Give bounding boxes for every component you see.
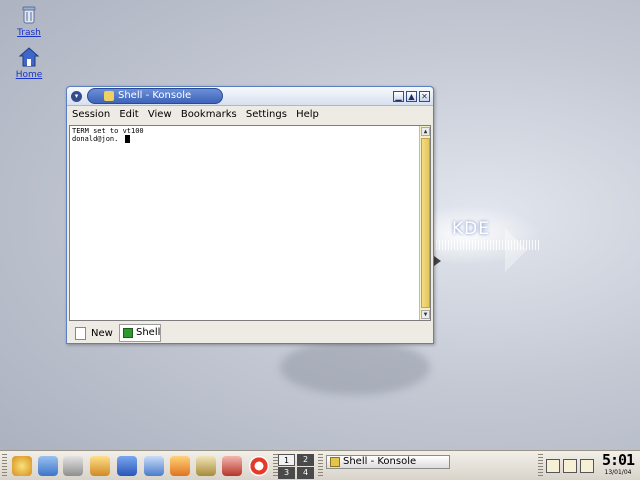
- konsole-app-icon: [104, 91, 114, 101]
- menubar: Session Edit View Bookmarks Settings Hel…: [69, 107, 431, 123]
- menu-session[interactable]: Session: [69, 107, 113, 122]
- desktop-icon-home[interactable]: Home: [4, 46, 54, 80]
- taskbar: 1 2 3 4 Shell - Konsole 5:01 13/01/04: [0, 450, 640, 480]
- trash-icon: [18, 4, 40, 26]
- pager-desktop-3[interactable]: 3: [278, 467, 295, 479]
- wallpaper-gear-shadow: [280, 340, 430, 395]
- desktop-icon-label: Trash: [17, 28, 41, 38]
- new-session-button[interactable]: New: [71, 325, 115, 342]
- new-document-icon: [75, 327, 86, 340]
- clock[interactable]: 5:01 13/01/04: [597, 452, 639, 480]
- terminal-prompt: donald@jon.: [72, 135, 123, 143]
- terminal-area[interactable]: TERM set to vt100 donald@jon. ▲ ▼: [69, 125, 431, 321]
- terminal-icon: [123, 328, 133, 338]
- show-desktop-icon[interactable]: [38, 456, 58, 476]
- clock-date: 13/01/04: [604, 469, 632, 476]
- taskbar-handle[interactable]: [318, 454, 323, 478]
- new-session-label: New: [91, 328, 113, 339]
- konsole-window: ▾ Shell - Konsole ▁ ▲ ✕ Session Edit Vie…: [66, 86, 434, 344]
- terminal-prompt-line: donald@jon.: [72, 135, 428, 143]
- control-center-icon[interactable]: [63, 456, 83, 476]
- menu-edit[interactable]: Edit: [116, 107, 141, 122]
- wallpaper-arrow-shape: [505, 228, 527, 272]
- tab-shell[interactable]: Shell: [119, 324, 161, 342]
- kde-menu-icon[interactable]: [12, 456, 32, 476]
- window-menu-button[interactable]: ▾: [71, 91, 82, 102]
- scrollbar-thumb[interactable]: [421, 138, 430, 308]
- pager-desktop-2[interactable]: 2: [297, 454, 314, 466]
- kspread-icon[interactable]: [222, 456, 242, 476]
- kword-icon[interactable]: [196, 456, 216, 476]
- desktop-icon-label: Home: [15, 70, 43, 80]
- desktop-icon-trash[interactable]: Trash: [4, 4, 54, 38]
- window-titlebar[interactable]: ▾ Shell - Konsole ▁ ▲ ✕: [67, 87, 433, 106]
- wallpaper-small-arrow: [434, 256, 441, 266]
- menu-bookmarks[interactable]: Bookmarks: [178, 107, 240, 122]
- menu-view[interactable]: View: [145, 107, 175, 122]
- menu-settings[interactable]: Settings: [243, 107, 290, 122]
- home-folder-icon[interactable]: [117, 456, 137, 476]
- clock-time: 5:01: [601, 451, 635, 469]
- maximize-button[interactable]: ▲: [406, 91, 417, 102]
- klipper-tray-icon[interactable]: [546, 459, 560, 473]
- wallpaper-kde-logo-text: KDE: [452, 219, 490, 239]
- window-title-pill[interactable]: Shell - Konsole: [87, 88, 223, 104]
- menu-help[interactable]: Help: [293, 107, 322, 122]
- konqueror-icon[interactable]: [144, 456, 164, 476]
- kmail-icon[interactable]: [170, 456, 190, 476]
- taskbar-handle[interactable]: [2, 454, 7, 478]
- konsole-task-icon: [330, 457, 340, 467]
- tab-shell-label: Shell: [136, 327, 161, 338]
- scroll-up-arrow-icon[interactable]: ▲: [421, 127, 430, 136]
- session-tabbar: New Shell: [69, 323, 431, 343]
- lifebuoy-help-icon[interactable]: [249, 456, 269, 476]
- desktop-pager: 1 2 3 4: [278, 454, 314, 479]
- help-icon[interactable]: [90, 456, 110, 476]
- pager-desktop-4[interactable]: 4: [297, 467, 314, 479]
- pager-desktop-1[interactable]: 1: [278, 454, 295, 466]
- taskbar-task-label: Shell - Konsole: [343, 456, 417, 467]
- window-title: Shell - Konsole: [118, 90, 192, 101]
- minimize-button[interactable]: ▁: [393, 91, 404, 102]
- calendar-tray-icon[interactable]: [580, 459, 594, 473]
- terminal-line: TERM set to vt100: [72, 127, 144, 135]
- taskbar-task-konsole[interactable]: Shell - Konsole: [326, 455, 450, 469]
- taskbar-handle[interactable]: [538, 454, 543, 478]
- terminal-cursor: [124, 135, 130, 143]
- terminal-scrollbar[interactable]: ▲ ▼: [419, 126, 430, 320]
- wallpaper-bars: [436, 240, 540, 250]
- home-icon: [18, 46, 40, 68]
- notes-tray-icon[interactable]: [563, 459, 577, 473]
- scroll-down-arrow-icon[interactable]: ▼: [421, 310, 430, 319]
- close-button[interactable]: ✕: [419, 91, 430, 102]
